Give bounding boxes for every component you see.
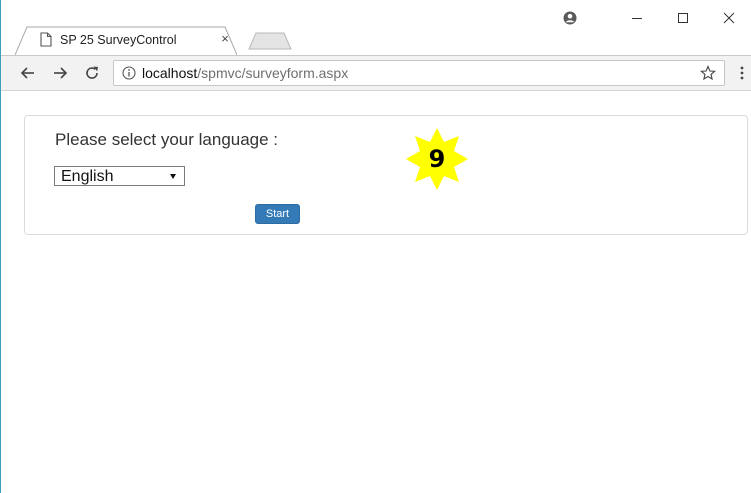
reload-icon[interactable] [83,64,101,82]
forward-arrow-icon[interactable] [51,64,69,82]
minimize-button[interactable] [614,0,660,36]
minimize-icon [632,18,642,19]
language-selected-value: English [61,168,114,185]
kebab-menu-icon[interactable] [739,65,745,81]
url-host: localhost [142,65,198,81]
maximize-icon [678,13,688,23]
dropdown-arrow-icon [170,174,176,179]
language-panel: Please select your language : English St… [24,115,748,235]
step-number: 9 [428,145,446,173]
page-content: Please select your language : English St… [1,91,751,493]
profile-icon[interactable] [563,11,577,25]
new-tab-button[interactable] [248,32,292,50]
url-text[interactable]: localhost/spmvc/surveyform.aspx [142,65,348,81]
info-icon[interactable] [122,66,136,80]
browser-toolbar: localhost/spmvc/surveyform.aspx [1,55,751,91]
star-icon[interactable] [700,65,716,81]
close-icon[interactable]: × [218,32,232,46]
browser-window: SP 25 SurveyControl × localhost/spmvc/su… [0,0,751,493]
tab-title: SP 25 SurveyControl [60,33,177,47]
url-path: /spmvc/surveyform.aspx [197,65,349,81]
tab-strip: SP 25 SurveyControl × [1,0,751,55]
window-close-button[interactable] [706,0,751,36]
start-button[interactable]: Start [255,204,300,224]
tab-survey-control[interactable]: SP 25 SurveyControl × [15,26,237,55]
page-icon [40,32,52,47]
back-arrow-icon[interactable] [19,64,37,82]
language-select[interactable]: English [54,166,185,186]
window-close-icon [723,12,735,24]
window-controls [614,0,751,36]
address-bar[interactable]: localhost/spmvc/surveyform.aspx [113,60,725,86]
step-badge: 9 [404,126,470,192]
maximize-button[interactable] [660,0,706,36]
language-prompt: Please select your language : [55,130,279,149]
